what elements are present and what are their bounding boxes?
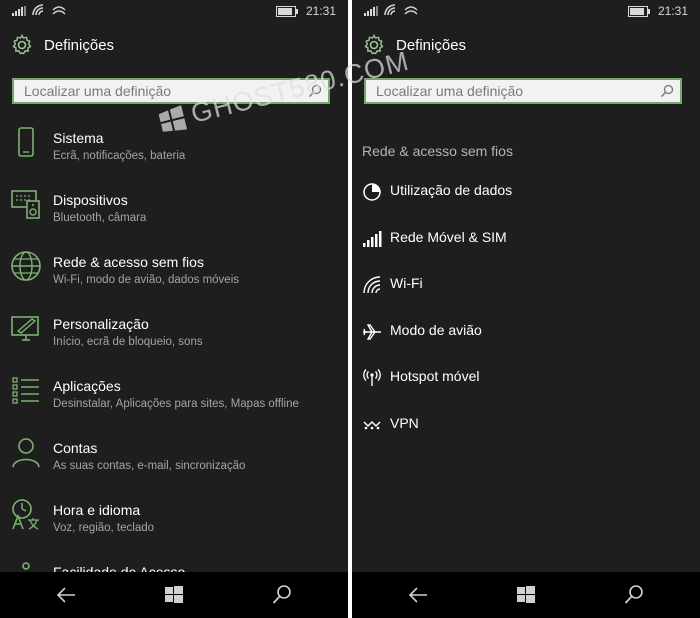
item-title: Sistema <box>53 130 104 146</box>
signal-strength-icon <box>364 6 378 16</box>
search-input[interactable] <box>366 80 661 102</box>
navigation-bar <box>0 572 348 618</box>
search-box[interactable] <box>364 78 682 104</box>
network-item-mobile-hotspot[interactable]: Hotspot móvel <box>352 356 700 403</box>
airplane-icon <box>363 323 381 340</box>
windows-logo-icon <box>158 104 188 132</box>
person-icon <box>12 438 40 468</box>
wifi-icon <box>363 276 381 294</box>
signal-strength-icon <box>12 6 26 16</box>
hotspot-icon <box>363 369 381 386</box>
search-nav-icon[interactable] <box>271 584 293 606</box>
settings-item-apps[interactable]: Aplicações Desinstalar, Aplicações para … <box>0 370 348 432</box>
settings-list: Sistema Ecrã, notificações, bateria Disp… <box>0 122 348 618</box>
item-title: Dispositivos <box>53 192 128 208</box>
item-title: Hotspot móvel <box>390 368 480 384</box>
item-subtitle: Desinstalar, Aplicações para sites, Mapa… <box>53 398 299 410</box>
clock: 21:31 <box>305 4 336 18</box>
item-subtitle: Início, ecrã de bloqueio, sons <box>53 336 203 348</box>
section-title: Rede & acesso sem fios <box>362 143 513 159</box>
data-status-icon <box>404 6 418 15</box>
network-item-vpn[interactable]: VPN <box>352 403 700 450</box>
status-bar: 21:31 <box>0 0 348 22</box>
page-title: Definições <box>396 36 467 54</box>
battery-icon <box>627 5 650 17</box>
item-title: Personalização <box>53 316 149 332</box>
windows-start-icon[interactable] <box>515 584 537 606</box>
search-icon[interactable] <box>660 84 674 98</box>
page-header: Definições <box>10 33 114 57</box>
item-title: Hora e idioma <box>53 502 141 518</box>
item-subtitle: Wi-Fi, modo de avião, dados móveis <box>53 274 239 286</box>
network-item-data-usage[interactable]: Utilização de dados <box>352 170 700 217</box>
search-nav-icon[interactable] <box>623 584 645 606</box>
settings-screen-right: 21:31 Definições Rede & acesso sem fios … <box>352 0 700 618</box>
wifi-status-icon <box>32 4 44 16</box>
windows-start-icon[interactable] <box>163 584 185 606</box>
back-arrow-icon[interactable] <box>55 584 77 606</box>
time-language-icon <box>12 499 39 530</box>
settings-item-time-language[interactable]: Hora e idioma Voz, região, teclado <box>0 494 348 556</box>
settings-item-accounts[interactable]: Contas As suas contas, e-mail, sincroniz… <box>0 432 348 494</box>
item-title: VPN <box>390 414 419 431</box>
devices-icon <box>11 190 40 219</box>
item-subtitle: Voz, região, teclado <box>53 522 155 534</box>
item-subtitle: As suas contas, e-mail, sincronização <box>53 460 246 472</box>
item-title: Utilização de dados <box>390 182 513 198</box>
network-settings-list: Utilização de dados Rede Móvel & SIM Wi-… <box>352 170 700 449</box>
network-item-airplane-mode[interactable]: Modo de avião <box>352 310 700 357</box>
item-title: Modo de avião <box>390 321 482 338</box>
settings-item-devices[interactable]: Dispositivos Bluetooth, câmara <box>0 184 348 246</box>
item-title: Wi-Fi <box>390 275 423 291</box>
network-item-wifi[interactable]: Wi-Fi <box>352 263 700 310</box>
item-subtitle: Bluetooth, câmara <box>53 212 147 224</box>
item-subtitle: Ecrã, notificações, bateria <box>53 150 186 162</box>
data-status-icon <box>52 6 66 15</box>
battery-icon <box>275 5 298 17</box>
item-title: Rede & acesso sem fios <box>53 254 204 270</box>
globe-icon <box>11 251 41 281</box>
gear-icon <box>12 34 32 55</box>
cellular-icon <box>363 230 382 247</box>
phone-icon <box>18 127 34 157</box>
item-title: Contas <box>53 440 98 456</box>
personalization-icon <box>11 316 39 341</box>
network-item-cellular-sim[interactable]: Rede Móvel & SIM <box>352 217 700 264</box>
clock: 21:31 <box>657 4 688 18</box>
apps-list-icon <box>12 377 39 404</box>
settings-item-network[interactable]: Rede & acesso sem fios Wi-Fi, modo de av… <box>0 246 348 308</box>
back-arrow-icon[interactable] <box>407 584 429 606</box>
navigation-bar <box>352 572 700 618</box>
status-bar: 21:31 <box>352 0 700 22</box>
item-title: Rede Móvel & SIM <box>390 228 507 245</box>
wifi-status-icon <box>384 4 396 16</box>
item-title: Aplicações <box>53 378 121 394</box>
data-usage-icon <box>363 183 381 201</box>
settings-item-personalization[interactable]: Personalização Início, ecrã de bloqueio,… <box>0 308 348 370</box>
page-title: Definições <box>44 36 115 54</box>
vpn-icon <box>363 420 381 429</box>
